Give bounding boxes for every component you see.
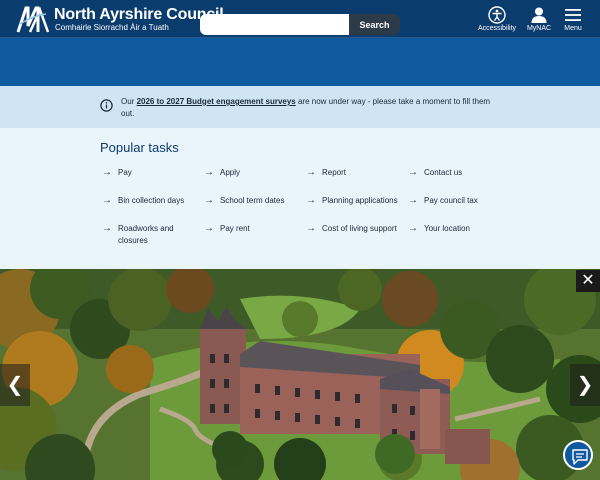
arrow-right-icon: → [306,195,316,206]
notice-text-before: Our [121,97,137,106]
task-link-roadworks-and-closures[interactable]: → Roadworks and closures [100,223,180,247]
arrow-right-icon: → [204,167,214,178]
task-link-school-term-dates[interactable]: → School term dates [202,195,300,207]
arrow-right-icon: → [306,167,316,178]
chat-button[interactable] [563,440,593,470]
accessibility-button[interactable]: Accessibility [476,6,518,36]
chevron-right-icon[interactable]: ❯ [570,364,600,406]
menu-button[interactable]: Menu [552,6,594,36]
search-input[interactable] [200,14,350,35]
hero-image [0,269,600,480]
accessibility-label: Accessibility [477,25,517,32]
brand-name[interactable]: North Ayrshire Council [54,6,224,24]
chevron-left-icon[interactable]: ❮ [0,364,30,406]
arrow-right-icon: → [408,223,418,234]
council-logo[interactable] [16,4,50,34]
arrow-right-icon: → [102,167,112,178]
task-label: Cost of living support [322,224,397,233]
task-link-contact-us[interactable]: → Contact us [406,167,494,179]
budget-survey-link[interactable]: 2026 to 2027 Budget engagement surveys [137,97,296,106]
popular-tasks-section [0,128,600,269]
search-button[interactable]: Search [349,14,400,35]
task-link-pay-rent[interactable]: → Pay rent [202,223,290,235]
arrow-right-icon: → [102,223,112,234]
arrow-right-icon: → [204,195,214,206]
arrow-right-icon: → [204,223,214,234]
task-link-your-location[interactable]: → Your location [406,223,494,235]
task-link-cost-of-living-support[interactable]: → Cost of living support [304,223,406,235]
arrow-right-icon: → [408,195,418,206]
task-label: Roadworks and closures [118,224,174,245]
popular-tasks-title: Popular tasks [100,140,179,155]
task-label: Pay rent [220,224,250,233]
task-label: Pay council tax [424,196,478,205]
task-link-report[interactable]: → Report [304,167,392,179]
chat-icon [572,449,588,465]
menu-label: Menu [564,25,582,32]
accessibility-person-icon [488,6,506,24]
arrow-right-icon: → [102,195,112,206]
task-link-bin-collection-days[interactable]: → Bin collection days [100,195,198,207]
info-icon [100,99,113,112]
brand-subtitle: Comhairle Siorrachd Àir a Tuath [55,23,169,32]
task-label: Your location [424,224,470,233]
task-label: Planning applications [322,196,398,205]
task-label: Report [322,168,347,177]
task-link-pay-council-tax[interactable]: → Pay council tax [406,195,504,207]
task-label: Contact us [424,168,463,177]
task-link-pay[interactable]: → Pay [100,167,188,179]
arrow-right-icon: → [408,167,418,178]
task-label: School term dates [220,196,285,205]
task-link-planning-applications[interactable]: → Planning applications [304,195,406,207]
notice-text: Our 2026 to 2027 Budget engagement surve… [121,96,501,120]
hamburger-menu-icon [565,9,581,21]
arrow-right-icon: → [306,223,316,234]
search-band [0,38,600,86]
close-icon[interactable]: ✕ [576,270,600,292]
task-label: Bin collection days [118,196,185,205]
task-label: Apply [220,168,241,177]
user-icon [531,7,547,23]
task-link-apply[interactable]: → Apply [202,167,290,179]
task-label: Pay [118,168,132,177]
